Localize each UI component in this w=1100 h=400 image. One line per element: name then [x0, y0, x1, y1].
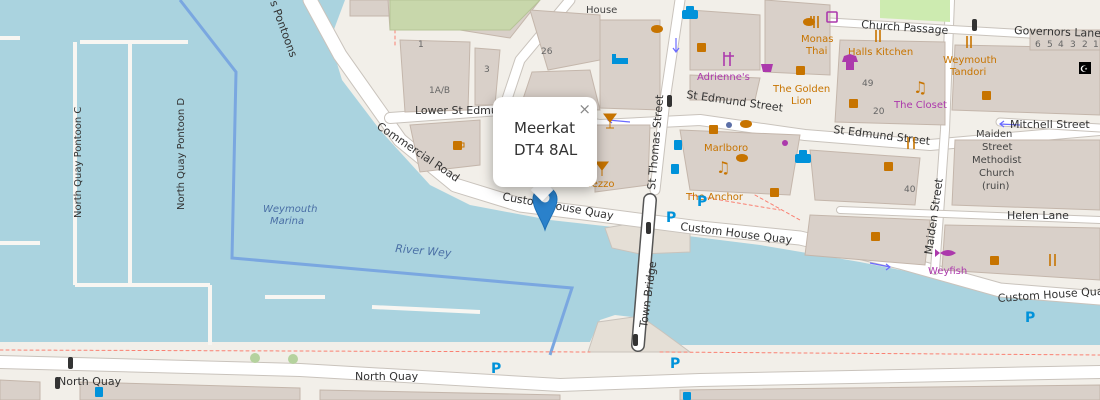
popup-close-button[interactable]: ×	[578, 100, 591, 118]
the-anchor-label: The Anchor	[685, 192, 744, 203]
marlboro-label: Marlboro	[704, 143, 748, 154]
bicycle-parking-icon[interactable]: P	[1025, 310, 1035, 326]
monas-label-2: Thai	[805, 46, 827, 57]
parking-icon[interactable]: P	[666, 210, 676, 226]
cafe-icon[interactable]	[849, 99, 858, 108]
halls-kitchen-label: Halls Kitchen	[848, 47, 913, 58]
map-canvas[interactable]: Commercial Road Custom House Quay Custom…	[0, 0, 1100, 400]
bus-stop-icon[interactable]	[95, 387, 103, 397]
fast-food-icon[interactable]	[651, 25, 663, 33]
bus-stop-icon[interactable]	[683, 392, 691, 400]
methodist-label-3: Methodist	[972, 155, 1021, 166]
cafe-icon[interactable]	[884, 162, 893, 171]
cafe-icon[interactable]	[770, 188, 779, 197]
pontoon-d-label: North Quay Pontoon D	[176, 98, 187, 210]
bus-stop-icon[interactable]	[671, 164, 679, 174]
monas-label-1: Monas	[801, 34, 833, 45]
cafe-icon[interactable]	[796, 66, 805, 75]
place-of-worship-icon[interactable]: ☪	[1079, 62, 1091, 75]
mitchell-street-label: Mitchell Street	[1010, 118, 1090, 131]
cafe-icon[interactable]	[982, 91, 991, 100]
house-number: 20	[873, 107, 885, 117]
bicycle-parking-icon[interactable]: P	[491, 361, 501, 377]
house-number: 1	[1093, 40, 1099, 50]
shop-icon[interactable]	[761, 64, 773, 72]
fast-food-icon[interactable]	[736, 154, 748, 162]
traffic-signals-icon	[68, 357, 73, 369]
cafe-icon[interactable]	[871, 232, 880, 241]
traffic-signals-icon	[633, 334, 638, 346]
golden-lion-label-2: Lion	[791, 96, 812, 107]
house-number: 4	[1058, 40, 1064, 50]
svg-text:☪: ☪	[1080, 65, 1088, 75]
house-number: 49	[862, 79, 874, 89]
cafe-icon[interactable]	[697, 43, 706, 52]
house-number: 1	[418, 40, 424, 50]
traffic-signals-icon	[972, 19, 977, 31]
cafe-icon[interactable]	[709, 125, 718, 134]
house-number: 40	[904, 185, 916, 195]
music-icon[interactable]: ♫	[913, 78, 927, 97]
methodist-label-4: Church	[979, 168, 1014, 179]
house-number: 3	[1070, 40, 1076, 50]
music-icon[interactable]: ♫	[716, 158, 730, 177]
fast-food-icon[interactable]	[740, 120, 752, 128]
weyfish-label: Weyfish	[928, 266, 967, 277]
methodist-label-1: Maiden	[976, 129, 1012, 140]
house-number: 3	[484, 65, 490, 75]
methodist-label-5: (ruin)	[982, 181, 1009, 192]
house-number: 1A/B	[429, 86, 450, 96]
parking-icon[interactable]: P	[697, 194, 707, 210]
pontoon-c-label: North Quay Pontoon C	[73, 107, 84, 218]
traffic-signals-icon	[55, 377, 60, 389]
bicycle-parking-icon[interactable]: P	[670, 356, 680, 372]
house-number: 5	[1047, 40, 1053, 50]
popup-place-name: Meerkat	[514, 119, 576, 137]
cafe-icon[interactable]	[990, 256, 999, 265]
popup-postcode: DT4 8AL	[514, 141, 578, 159]
the-closet-label: The Closet	[893, 100, 947, 111]
weymouth-tandori-label-2: Tandori	[949, 67, 986, 78]
house-label: House	[586, 5, 617, 16]
traffic-signals-icon	[667, 95, 672, 107]
north-quay-label-1: North Quay	[58, 375, 122, 388]
traffic-signals-icon	[646, 222, 651, 234]
location-popup[interactable]: × Meerkat DT4 8AL	[493, 97, 597, 187]
shop-icon[interactable]	[726, 122, 732, 128]
house-number: 6	[1035, 40, 1041, 50]
weymouth-tandori-label-1: Weymouth	[943, 55, 997, 66]
helen-lane-label: Helen Lane	[1007, 209, 1069, 222]
bus-stop-icon[interactable]	[674, 140, 682, 150]
marina-label-1: Weymouth	[263, 204, 317, 215]
golden-lion-label-1: The Golden	[772, 84, 830, 95]
house-number: 2	[1082, 40, 1088, 50]
north-quay-label-2: North Quay	[355, 370, 419, 383]
methodist-label-2: Street	[982, 142, 1012, 153]
marina-label-2: Marina	[270, 216, 304, 227]
map-view[interactable]: Commercial Road Custom House Quay Custom…	[0, 0, 1100, 400]
adriennes-label: Adrienne's	[697, 72, 750, 83]
shop-icon[interactable]	[782, 140, 788, 146]
house-number: 26	[541, 47, 553, 57]
